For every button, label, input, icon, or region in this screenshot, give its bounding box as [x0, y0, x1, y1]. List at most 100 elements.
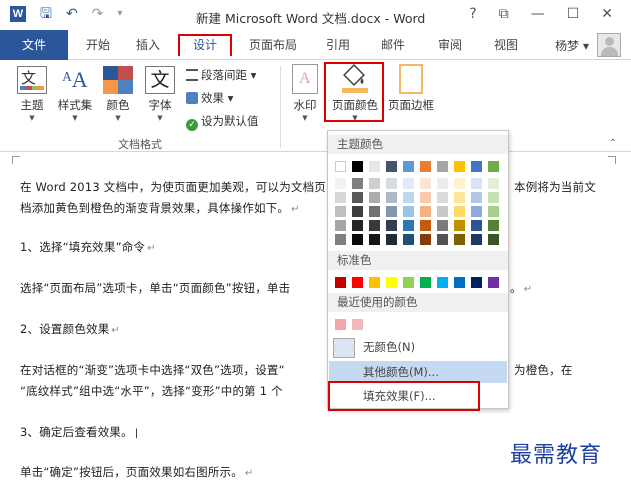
theme-color-swatch[interactable]: [386, 220, 397, 231]
theme-color-swatch[interactable]: [471, 234, 482, 245]
standard-color-swatch[interactable]: [437, 277, 448, 288]
standard-color-swatch[interactable]: [420, 277, 431, 288]
standard-color-swatch[interactable]: [369, 277, 380, 288]
theme-color-swatch[interactable]: [420, 206, 431, 217]
close-icon[interactable]: ✕: [601, 6, 613, 22]
theme-color-swatch[interactable]: [471, 161, 482, 172]
theme-color-swatch[interactable]: [352, 220, 363, 231]
tab-view[interactable]: 视图: [488, 34, 524, 56]
theme-color-swatch[interactable]: [488, 234, 499, 245]
tab-design[interactable]: 设计: [178, 34, 232, 56]
theme-color-swatch[interactable]: [454, 161, 465, 172]
theme-color-swatch[interactable]: [454, 206, 465, 217]
theme-color-swatch[interactable]: [454, 220, 465, 231]
standard-color-swatch[interactable]: [335, 277, 346, 288]
document-area[interactable]: 在 Word 2013 文档中，为使页面更加美观，可以为文档页 本例将为当前文 …: [0, 169, 631, 483]
theme-color-swatch[interactable]: [335, 234, 346, 245]
theme-color-swatch[interactable]: [437, 206, 448, 217]
theme-color-swatch[interactable]: [403, 206, 414, 217]
theme-color-swatch[interactable]: [403, 178, 414, 189]
undo-icon[interactable]: ↶: [66, 6, 78, 22]
theme-color-swatch[interactable]: [335, 206, 346, 217]
minimize-icon[interactable]: —: [531, 6, 545, 22]
theme-color-swatch[interactable]: [488, 206, 499, 217]
effects-button[interactable]: 效果 ▾: [186, 90, 233, 106]
redo-icon[interactable]: ↷: [92, 6, 104, 22]
recent-color-swatch[interactable]: [352, 319, 363, 330]
tab-page-layout[interactable]: 页面布局: [243, 34, 303, 56]
theme-color-swatch[interactable]: [386, 192, 397, 203]
style-set-button[interactable]: ᴬA 样式集 ▼: [54, 66, 96, 122]
theme-color-swatch[interactable]: [454, 234, 465, 245]
theme-color-swatch[interactable]: [420, 192, 431, 203]
tab-file[interactable]: 文件: [0, 30, 68, 60]
theme-color-swatch[interactable]: [386, 206, 397, 217]
watermark-button[interactable]: 水印 ▼: [290, 64, 320, 122]
theme-color-swatch[interactable]: [488, 178, 499, 189]
theme-color-swatch[interactable]: [369, 234, 380, 245]
theme-color-swatch[interactable]: [488, 192, 499, 203]
theme-color-swatch[interactable]: [403, 192, 414, 203]
theme-color-swatch[interactable]: [369, 192, 380, 203]
standard-color-swatch[interactable]: [403, 277, 414, 288]
standard-color-swatch[interactable]: [471, 277, 482, 288]
theme-color-swatch[interactable]: [420, 178, 431, 189]
theme-color-swatch[interactable]: [386, 161, 397, 172]
tab-review[interactable]: 审阅: [432, 34, 468, 56]
theme-color-swatch[interactable]: [471, 192, 482, 203]
theme-color-swatch[interactable]: [437, 192, 448, 203]
theme-color-swatch[interactable]: [352, 234, 363, 245]
theme-color-swatch[interactable]: [471, 178, 482, 189]
tab-home[interactable]: 开始: [80, 34, 116, 56]
theme-button[interactable]: 主题 ▼: [14, 66, 50, 122]
theme-color-swatch[interactable]: [471, 220, 482, 231]
theme-color-swatch[interactable]: [454, 192, 465, 203]
theme-color-swatch[interactable]: [369, 206, 380, 217]
collapse-ribbon-icon[interactable]: ⌃: [609, 138, 617, 149]
ribbon-display-icon[interactable]: ⧉: [499, 6, 509, 22]
theme-color-swatch[interactable]: [369, 161, 380, 172]
theme-color-swatch[interactable]: [335, 192, 346, 203]
more-colors-item[interactable]: 其他颜色(M)...: [329, 361, 507, 383]
theme-color-swatch[interactable]: [335, 161, 346, 172]
theme-color-swatch[interactable]: [403, 220, 414, 231]
theme-color-swatch[interactable]: [386, 178, 397, 189]
help-icon[interactable]: ?: [469, 6, 476, 22]
colors-button[interactable]: 颜色 ▼: [100, 66, 136, 122]
theme-color-swatch[interactable]: [420, 234, 431, 245]
user-name[interactable]: 杨梦 ▾: [555, 37, 589, 54]
paragraph-spacing-button[interactable]: 段落间距 ▾: [186, 67, 256, 83]
theme-color-swatch[interactable]: [420, 161, 431, 172]
standard-color-swatch[interactable]: [386, 277, 397, 288]
no-color-item[interactable]: 无颜色(N): [358, 336, 506, 358]
standard-color-swatch[interactable]: [352, 277, 363, 288]
tab-insert[interactable]: 插入: [130, 34, 166, 56]
tab-references[interactable]: 引用: [320, 34, 356, 56]
theme-color-swatch[interactable]: [403, 161, 414, 172]
theme-color-swatch[interactable]: [352, 192, 363, 203]
theme-color-swatch[interactable]: [437, 161, 448, 172]
fonts-button[interactable]: 文 字体 ▼: [142, 66, 178, 122]
theme-color-swatch[interactable]: [352, 178, 363, 189]
theme-color-swatch[interactable]: [437, 178, 448, 189]
theme-color-swatch[interactable]: [335, 178, 346, 189]
theme-color-swatch[interactable]: [335, 220, 346, 231]
maximize-icon[interactable]: ☐: [567, 6, 580, 22]
theme-color-swatch[interactable]: [437, 234, 448, 245]
theme-color-swatch[interactable]: [352, 161, 363, 172]
theme-color-swatch[interactable]: [488, 161, 499, 172]
page-borders-button[interactable]: 页面边框: [386, 64, 436, 113]
theme-color-swatch[interactable]: [420, 220, 431, 231]
theme-color-swatch[interactable]: [471, 206, 482, 217]
recent-color-swatch[interactable]: [335, 319, 346, 330]
theme-color-swatch[interactable]: [369, 178, 380, 189]
set-default-button[interactable]: ✓ 设为默认值: [186, 113, 259, 131]
tab-mailings[interactable]: 邮件: [375, 34, 411, 56]
theme-color-swatch[interactable]: [437, 220, 448, 231]
save-icon[interactable]: 🖫: [40, 6, 52, 22]
standard-color-swatch[interactable]: [454, 277, 465, 288]
theme-color-swatch[interactable]: [454, 178, 465, 189]
standard-color-swatch[interactable]: [488, 277, 499, 288]
theme-color-swatch[interactable]: [369, 220, 380, 231]
customize-icon[interactable]: ▾: [117, 6, 122, 22]
